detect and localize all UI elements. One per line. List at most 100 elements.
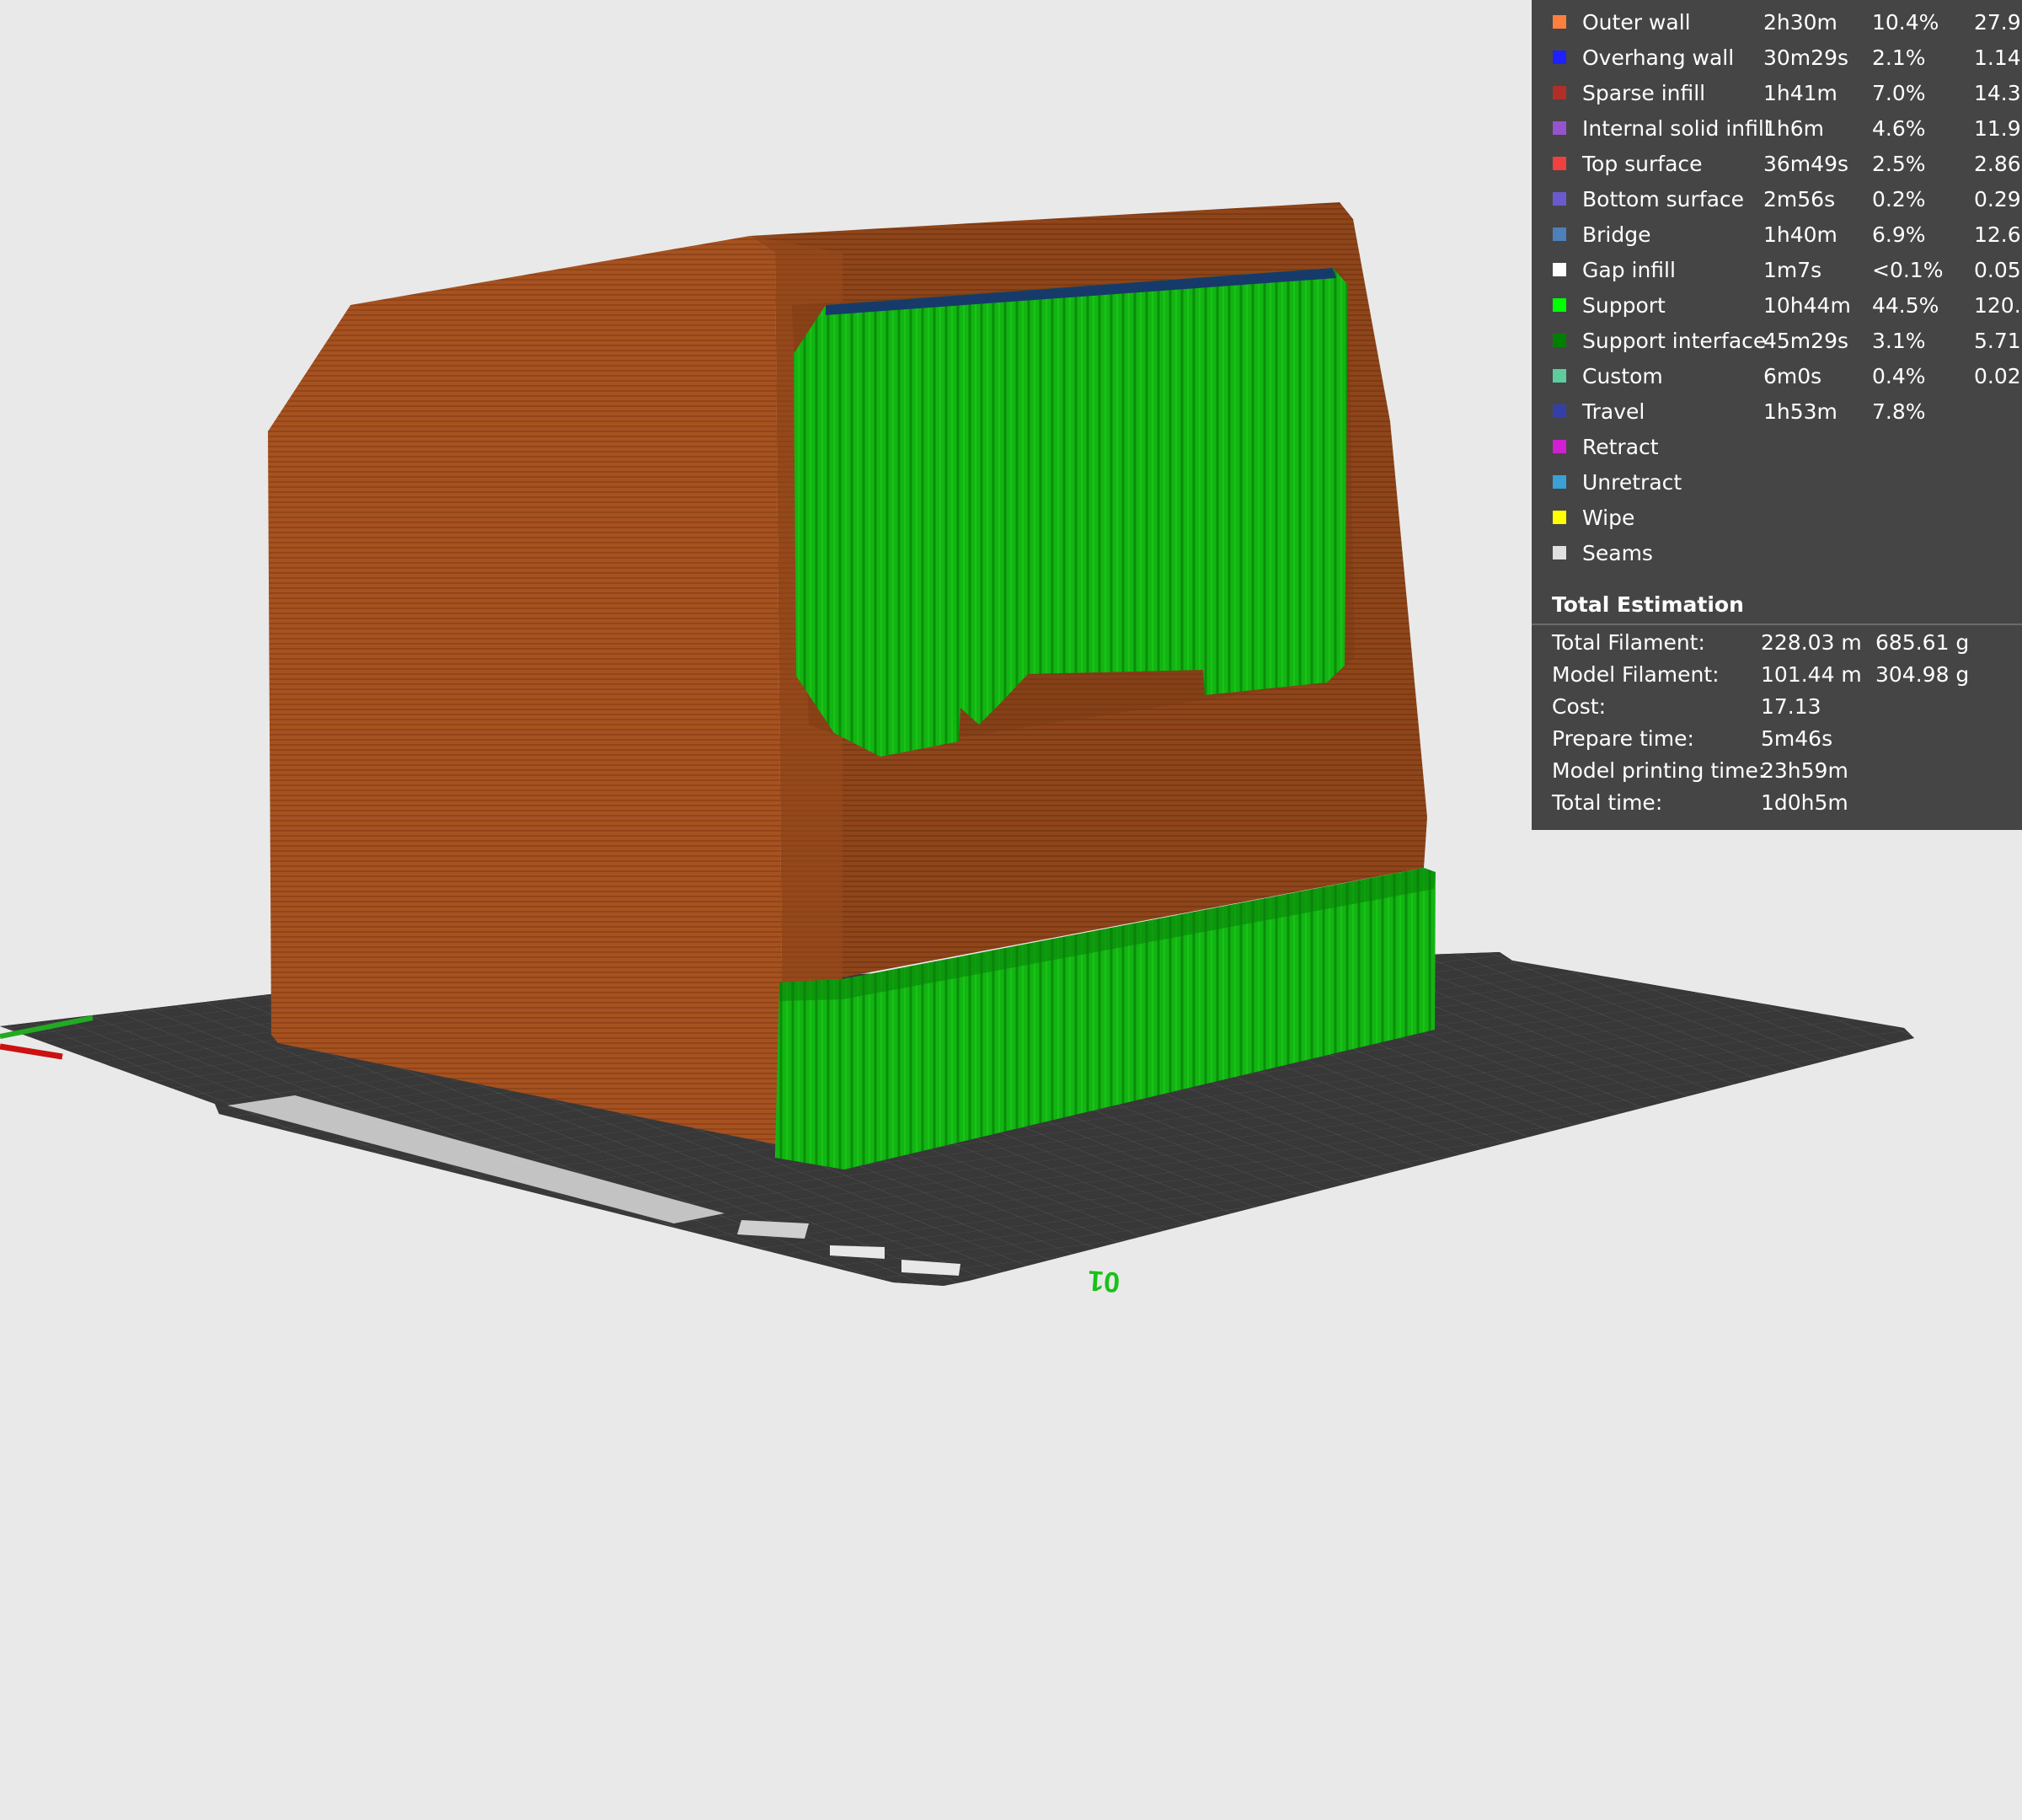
legend-label: Gap infill xyxy=(1582,258,1676,282)
legend-row[interactable]: Gap infill 1m7s <0.1% 0.05 xyxy=(1532,253,2022,288)
legend-percent: 0.4% xyxy=(1872,364,1926,388)
legend-label: Bottom surface xyxy=(1582,187,1745,211)
estimation-label: Cost: xyxy=(1552,694,1607,719)
legend-time: 36m49s xyxy=(1763,152,1849,176)
legend-time: 1h53m xyxy=(1763,399,1837,424)
estimation-label: Prepare time: xyxy=(1552,726,1694,751)
legend-row[interactable]: Outer wall 2h30m 10.4% 27.97 xyxy=(1532,5,2022,40)
legend-row[interactable]: Travel 1h53m 7.8% xyxy=(1532,394,2022,430)
legend-label: Wipe xyxy=(1582,506,1635,530)
estimation-value-secondary: 304.98 g xyxy=(1875,662,1970,687)
color-swatch xyxy=(1553,121,1566,135)
legend-row[interactable]: Sparse infill 1h41m 7.0% 14.36 xyxy=(1532,76,2022,111)
3d-viewport[interactable]: 01 Outer wall 2h30m 10.4% 27.97 Overhang wal… xyxy=(0,0,2022,1820)
estimation-value: 1d0h5m xyxy=(1761,790,1848,815)
legend-label: Bridge xyxy=(1582,222,1651,247)
legend-percent: 44.5% xyxy=(1872,293,1939,318)
legend-percent: 7.8% xyxy=(1872,399,1926,424)
legend-label: Seams xyxy=(1582,541,1653,565)
legend-row[interactable]: Overhang wall 30m29s 2.1% 1.14 xyxy=(1532,40,2022,76)
color-swatch xyxy=(1553,157,1566,170)
estimation-row: Model Filament: 101.44 m 304.98 g xyxy=(1532,659,2022,691)
legend-row[interactable]: Custom 6m0s 0.4% 0.02 xyxy=(1532,359,2022,394)
color-swatch xyxy=(1553,15,1566,29)
legend-row[interactable]: Wipe xyxy=(1532,500,2022,536)
color-swatch xyxy=(1553,475,1566,489)
legend-row[interactable]: Support 10h44m 44.5% 120.8 xyxy=(1532,288,2022,324)
color-swatch xyxy=(1553,369,1566,383)
legend-percent: 2.1% xyxy=(1872,46,1926,70)
estimation-value-secondary: 685.61 g xyxy=(1875,630,1970,655)
divider xyxy=(1532,624,2022,625)
legend-percent: 10.4% xyxy=(1872,10,1939,35)
legend-row[interactable]: Unretract xyxy=(1532,465,2022,500)
color-swatch xyxy=(1553,192,1566,206)
color-swatch xyxy=(1553,511,1566,524)
estimation-row: Total Filament: 228.03 m 685.61 g xyxy=(1532,627,2022,659)
legend-label: Support xyxy=(1582,293,1666,318)
estimation-row: Prepare time: 5m46s xyxy=(1532,723,2022,755)
estimation-value: 23h59m xyxy=(1761,758,1848,783)
legend-row[interactable]: Internal solid infill1h6m 4.6% 11.91 xyxy=(1532,111,2022,147)
legend-weight: 5.71 xyxy=(1974,329,2021,353)
legend-label: Outer wall xyxy=(1582,10,1691,35)
legend-time: 6m0s xyxy=(1763,364,1822,388)
estimation-label: Model printing time: xyxy=(1552,758,1766,783)
estimation-value: 5m46s xyxy=(1761,726,1833,751)
legend-percent: 7.0% xyxy=(1872,81,1926,105)
legend-percent: 4.6% xyxy=(1872,116,1926,141)
legend-time: 1h6m xyxy=(1763,116,1825,141)
legend-row[interactable]: Seams xyxy=(1532,536,2022,571)
legend-weight: 14.36 xyxy=(1974,81,2022,105)
estimation-row: Total time: 1d0h5m xyxy=(1532,787,2022,819)
estimation-row: Cost: 17.13 xyxy=(1532,691,2022,723)
legend-weight: 0.05 xyxy=(1974,258,2021,282)
legend-time: 30m29s xyxy=(1763,46,1849,70)
legend-percent: 2.5% xyxy=(1872,152,1926,176)
legend-row[interactable]: Top surface 36m49s 2.5% 2.86 xyxy=(1532,147,2022,182)
legend-label: Custom xyxy=(1582,364,1663,388)
color-swatch xyxy=(1553,263,1566,276)
legend-row[interactable]: Bridge 1h40m 6.9% 12.63 xyxy=(1532,217,2022,253)
estimation-value: 228.03 m xyxy=(1761,630,1862,655)
legend-label: Overhang wall xyxy=(1582,46,1735,70)
legend-label: Travel xyxy=(1582,399,1645,424)
legend-label: Sparse infill xyxy=(1582,81,1706,105)
legend-label: Internal solid infill xyxy=(1582,116,1770,141)
legend-weight: 120.8 xyxy=(1974,293,2022,318)
legend-time: 10h44m xyxy=(1763,293,1851,318)
color-swatch xyxy=(1553,86,1566,99)
color-swatch xyxy=(1553,228,1566,241)
color-swatch xyxy=(1553,51,1566,64)
color-swatch xyxy=(1553,298,1566,312)
legend-row[interactable]: Retract xyxy=(1532,430,2022,465)
legend-time: 1h41m xyxy=(1763,81,1837,105)
legend-percent: 3.1% xyxy=(1872,329,1926,353)
estimation-row: Model printing time: 23h59m xyxy=(1532,755,2022,787)
legend-row[interactable]: Bottom surface 2m56s 0.2% 0.29 xyxy=(1532,182,2022,217)
plate-number: 01 xyxy=(1087,1264,1121,1298)
legend-label: Support interface xyxy=(1582,329,1767,353)
legend-weight: 11.91 xyxy=(1974,116,2022,141)
legend-weight: 0.02 xyxy=(1974,364,2021,388)
estimation-label: Model Filament: xyxy=(1552,662,1720,687)
color-swatch xyxy=(1553,546,1566,559)
total-estimation-title: Total Estimation xyxy=(1552,592,1744,617)
legend-time: 1m7s xyxy=(1763,258,1822,282)
estimation-value: 17.13 xyxy=(1761,694,1821,719)
legend-weight: 12.63 xyxy=(1974,222,2022,247)
legend-label: Unretract xyxy=(1582,470,1682,495)
legend-time: 1h40m xyxy=(1763,222,1837,247)
legend-weight: 2.86 xyxy=(1974,152,2021,176)
color-swatch xyxy=(1553,334,1566,347)
estimation-label: Total time: xyxy=(1552,790,1663,815)
estimation-value: 101.44 m xyxy=(1761,662,1862,687)
legend-time: 2m56s xyxy=(1763,187,1836,211)
legend-percent: 6.9% xyxy=(1872,222,1926,247)
legend-panel: Outer wall 2h30m 10.4% 27.97 Overhang wall 30… xyxy=(1532,0,2022,830)
legend-row[interactable]: Support interface 45m29s 3.1% 5.71 xyxy=(1532,324,2022,359)
color-swatch xyxy=(1553,440,1566,453)
estimation-label: Total Filament: xyxy=(1552,630,1705,655)
legend-percent: 0.2% xyxy=(1872,187,1926,211)
legend-weight: 0.29 xyxy=(1974,187,2021,211)
